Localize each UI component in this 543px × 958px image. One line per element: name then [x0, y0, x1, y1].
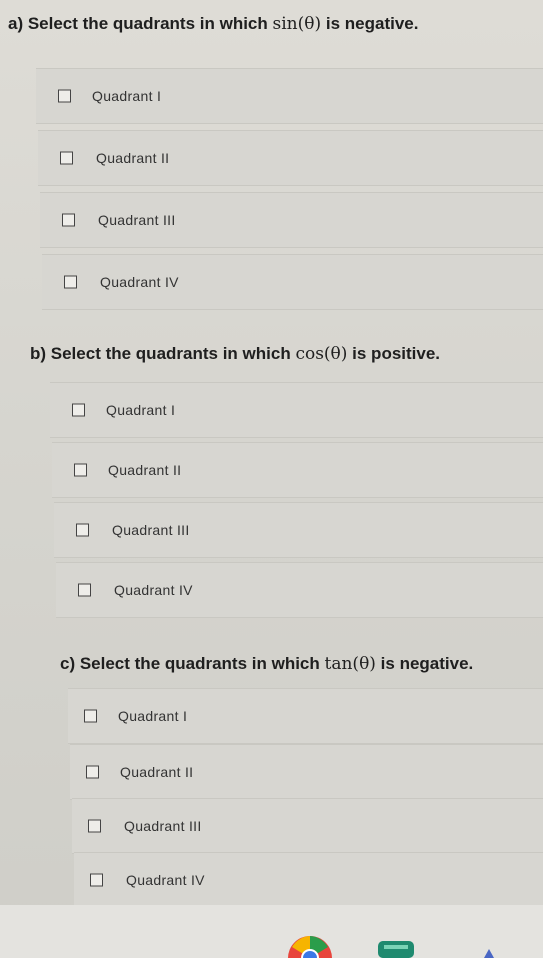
- checkbox[interactable]: [78, 583, 91, 597]
- checkbox[interactable]: [72, 403, 85, 417]
- question-a-title: a) Select the quadrants in which sin(θ) …: [8, 14, 418, 34]
- option-label: Quadrant IV: [100, 274, 179, 290]
- option-label: Quadrant IV: [114, 582, 193, 598]
- question-b-suffix: is positive.: [352, 344, 441, 363]
- question-c-prefix: c) Select the quadrants in which: [60, 654, 320, 673]
- shortcut-icon[interactable]: [482, 947, 496, 958]
- option-label: Quadrant II: [120, 764, 194, 780]
- option-label: Quadrant II: [96, 150, 170, 166]
- question-c-math: tan(θ): [324, 654, 376, 674]
- option-label: Quadrant III: [124, 818, 202, 834]
- checkbox[interactable]: [58, 89, 71, 103]
- checkbox[interactable]: [88, 819, 101, 833]
- question-c-option-2[interactable]: Quadrant II: [70, 744, 543, 800]
- question-b-prefix: b) Select the quadrants in which: [30, 344, 291, 363]
- question-a-prefix: a) Select the quadrants in which: [8, 14, 268, 33]
- checkbox[interactable]: [64, 275, 77, 289]
- question-a-option-2[interactable]: Quadrant II: [38, 130, 543, 186]
- question-c-suffix: is negative.: [380, 654, 474, 673]
- question-c-option-3[interactable]: Quadrant III: [72, 798, 543, 854]
- question-a-math: sin(θ): [272, 14, 322, 34]
- browser-icon[interactable]: [288, 931, 332, 958]
- question-a-suffix: is negative.: [325, 14, 419, 33]
- question-a-option-1[interactable]: Quadrant I: [36, 68, 543, 124]
- question-a-option-3[interactable]: Quadrant III: [40, 192, 543, 248]
- question-b-math: cos(θ): [295, 344, 348, 364]
- checkbox[interactable]: [62, 213, 75, 227]
- option-label: Quadrant I: [92, 88, 162, 104]
- question-c-option-4[interactable]: Quadrant IV: [74, 852, 543, 908]
- checkbox[interactable]: [74, 463, 87, 477]
- checkbox[interactable]: [60, 151, 73, 165]
- question-c-option-1[interactable]: Quadrant I: [68, 688, 543, 744]
- question-a-option-4[interactable]: Quadrant IV: [42, 254, 543, 310]
- option-label: Quadrant II: [108, 462, 182, 478]
- question-b-option-2[interactable]: Quadrant II: [52, 442, 543, 498]
- question-b-title: b) Select the quadrants in which cos(θ) …: [30, 344, 440, 364]
- option-label: Quadrant III: [112, 522, 190, 538]
- question-b-option-3[interactable]: Quadrant III: [54, 502, 543, 558]
- question-c-title: c) Select the quadrants in which tan(θ) …: [60, 654, 473, 674]
- checkbox[interactable]: [76, 523, 89, 537]
- option-label: Quadrant IV: [126, 872, 205, 888]
- option-label: Quadrant I: [106, 402, 176, 418]
- option-label: Quadrant I: [118, 708, 188, 724]
- checkbox[interactable]: [90, 873, 103, 887]
- checkbox[interactable]: [84, 709, 97, 723]
- option-label: Quadrant III: [98, 212, 176, 228]
- question-b-option-4[interactable]: Quadrant IV: [56, 562, 543, 618]
- app-icon[interactable]: [378, 941, 414, 958]
- question-b-option-1[interactable]: Quadrant I: [50, 382, 543, 438]
- checkbox[interactable]: [86, 765, 99, 779]
- worksheet-page: a) Select the quadrants in which sin(θ) …: [0, 0, 543, 958]
- bottom-taskbar: [0, 905, 543, 958]
